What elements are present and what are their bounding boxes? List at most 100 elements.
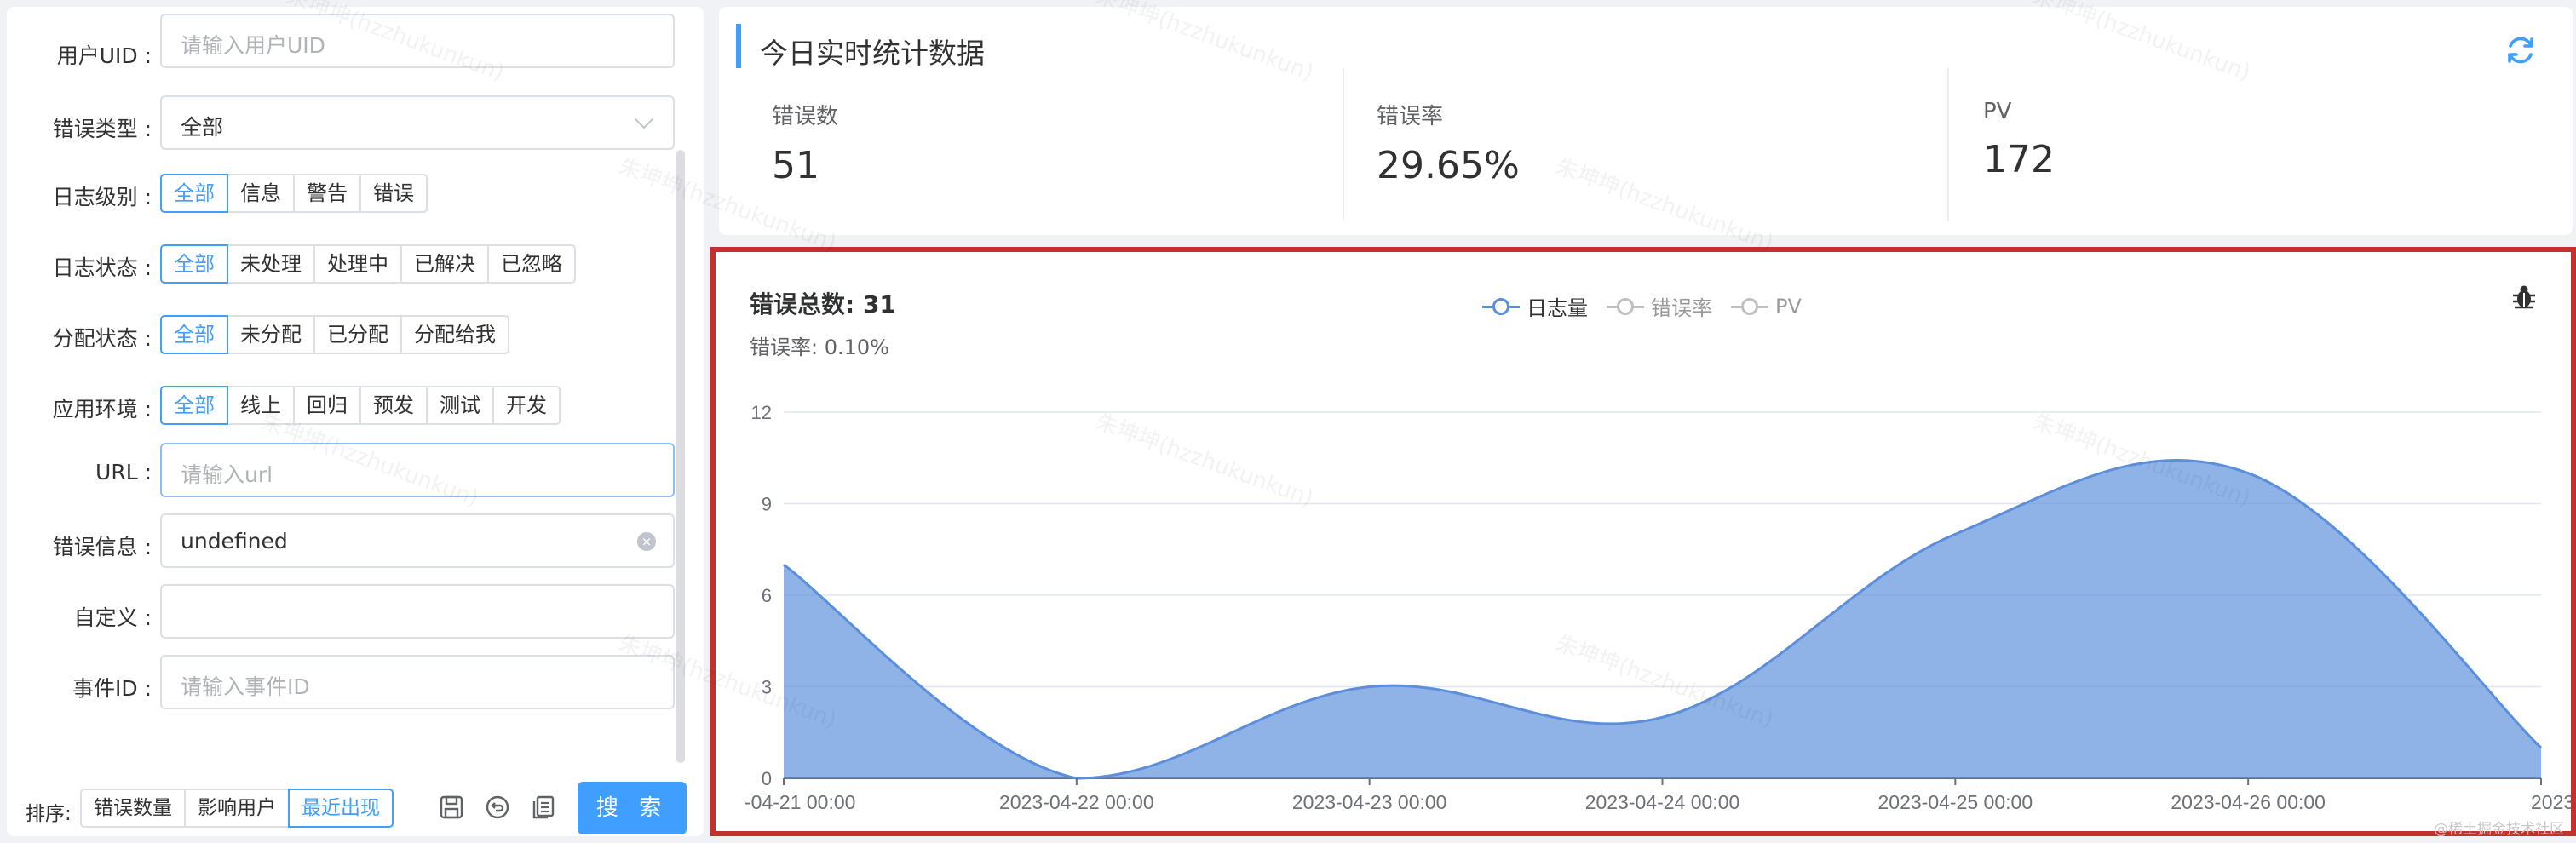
custom-row: 自定义 : bbox=[7, 584, 688, 649]
env-option[interactable]: 回归 bbox=[293, 386, 361, 425]
env-label: 应用环境 : bbox=[52, 397, 152, 422]
uid-input[interactable]: 请输入用户UID bbox=[160, 14, 675, 68]
env-option[interactable]: 测试 bbox=[426, 386, 494, 425]
log-status-option[interactable]: 已忽略 bbox=[487, 244, 576, 284]
stat-value: 29.65% bbox=[1377, 144, 1520, 187]
env-option[interactable]: 线上 bbox=[227, 386, 295, 425]
copy-icon-glyph bbox=[532, 795, 555, 819]
log-status-option[interactable]: 未处理 bbox=[227, 244, 315, 284]
log-trend-chart: 0 3 6 9 12 -04-21 00:00 2023-04-22 00:00 2023-0… bbox=[745, 402, 2571, 813]
reset-icon-glyph bbox=[486, 795, 509, 819]
url-label: URL : bbox=[95, 460, 152, 485]
log-level-option[interactable]: 信息 bbox=[227, 174, 295, 213]
assign-status-option[interactable]: 未分配 bbox=[227, 315, 315, 354]
stat-value: 51 bbox=[772, 144, 819, 187]
y-tick-label: 6 bbox=[762, 585, 772, 606]
realtime-stats-card: 今日实时统计数据 错误数 51 错误率 29.65% PV 172 bbox=[719, 7, 2573, 235]
error-type-value: 全部 bbox=[181, 115, 224, 140]
sort-option[interactable]: 最近出现 bbox=[288, 789, 394, 828]
reset-icon[interactable] bbox=[484, 794, 511, 821]
legend-label: PV bbox=[1775, 294, 1802, 318]
error-message-row: 错误信息 : undefined × bbox=[7, 513, 688, 578]
log-status-option[interactable]: 处理中 bbox=[313, 244, 402, 284]
legend-item-error-rate[interactable]: 错误率 bbox=[1607, 291, 1712, 321]
title-accent-bar bbox=[736, 24, 741, 68]
stat-label: 错误率 bbox=[1377, 104, 1444, 129]
custom-input[interactable] bbox=[160, 584, 675, 639]
log-status-option[interactable]: 已解决 bbox=[400, 244, 489, 284]
clear-icon[interactable]: × bbox=[637, 532, 656, 551]
assign-status-row: 分配状态 : 全部 未分配 已分配 分配给我 bbox=[7, 315, 688, 380]
env-option[interactable]: 开发 bbox=[492, 386, 561, 425]
assign-status-label: 分配状态 : bbox=[52, 326, 152, 351]
x-tick-label: 2023-04-25 00:00 bbox=[1878, 791, 2033, 813]
sort-label: 排序: bbox=[26, 803, 72, 825]
event-id-input[interactable]: 请输入事件ID bbox=[160, 655, 675, 709]
save-icon[interactable] bbox=[438, 794, 465, 821]
save-icon-glyph bbox=[440, 795, 463, 819]
assign-status-option[interactable]: 分配给我 bbox=[400, 315, 509, 354]
x-tick-label: 2023-04-23 00:00 bbox=[1292, 791, 1447, 813]
assign-status-option[interactable]: 全部 bbox=[160, 315, 228, 354]
log-status-row: 日志状态 : 全部 未处理 处理中 已解决 已忽略 bbox=[7, 244, 688, 309]
error-message-label: 错误信息 : bbox=[52, 535, 152, 559]
chevron-down-icon bbox=[634, 109, 654, 129]
bug-icon[interactable] bbox=[2510, 283, 2539, 312]
refresh-icon[interactable] bbox=[2503, 32, 2539, 68]
stat-error-count: 错误数 51 bbox=[772, 99, 838, 187]
series-area bbox=[784, 460, 2541, 778]
search-button[interactable]: 搜 索 bbox=[578, 782, 687, 834]
uid-row: 用户UID : 请输入用户UID bbox=[7, 14, 688, 87]
env-option[interactable]: 预发 bbox=[359, 386, 428, 425]
env-row: 应用环境 : 全部 线上 回归 预发 测试 开发 bbox=[7, 386, 688, 450]
legend-item-pv[interactable]: PV bbox=[1731, 291, 1802, 321]
sort-group: 错误数量 影响用户 最近出现 bbox=[80, 789, 394, 828]
log-level-option[interactable]: 全部 bbox=[160, 174, 228, 213]
url-input[interactable]: 请输入url bbox=[160, 443, 675, 497]
sort-option[interactable]: 错误数量 bbox=[80, 789, 186, 828]
log-level-option[interactable]: 警告 bbox=[293, 174, 361, 213]
log-status-label: 日志状态 : bbox=[52, 255, 152, 280]
env-option[interactable]: 全部 bbox=[160, 386, 228, 425]
stat-error-rate: 错误率 29.65% bbox=[1377, 99, 1520, 187]
x-tick-label: 2023-04-24 00:00 bbox=[1585, 791, 1740, 813]
log-level-label: 日志级别 : bbox=[52, 185, 152, 209]
x-tick-label: 2023-04-22 00:00 bbox=[999, 791, 1154, 813]
copy-icon[interactable] bbox=[530, 794, 557, 821]
uid-label: 用户UID : bbox=[56, 43, 152, 68]
sort-option[interactable]: 影响用户 bbox=[184, 789, 290, 828]
log-level-group: 全部 信息 警告 错误 bbox=[160, 174, 428, 213]
error-message-value: undefined bbox=[181, 529, 288, 553]
y-tick-label: 0 bbox=[762, 768, 772, 789]
legend-label: 错误率 bbox=[1651, 296, 1712, 320]
error-type-select[interactable]: 全部 bbox=[160, 95, 675, 150]
log-level-row: 日志级别 : 全部 信息 警告 错误 bbox=[7, 174, 688, 238]
stat-divider bbox=[1947, 68, 1949, 221]
stat-value: 172 bbox=[1983, 138, 2055, 181]
x-tick-label: 2023-04-26 00:00 bbox=[2171, 791, 2326, 813]
stats-title: 今日实时统计数据 bbox=[760, 37, 985, 70]
stat-label: PV bbox=[1983, 99, 2012, 124]
log-level-option[interactable]: 错误 bbox=[359, 174, 428, 213]
x-tick-label: -04-21 00:00 bbox=[745, 791, 855, 813]
stat-label: 错误数 bbox=[772, 104, 839, 129]
sort-bar: 排序: 错误数量 影响用户 最近出现 搜 索 bbox=[7, 773, 704, 836]
footer-watermark: @稀土掘金技术社区 bbox=[2434, 821, 2564, 838]
y-tick-label: 9 bbox=[762, 494, 772, 515]
chart-subtitle: 错误率: 0.10% bbox=[750, 335, 889, 359]
chart-title: 错误总数: 31 bbox=[750, 290, 896, 318]
custom-label: 自定义 : bbox=[73, 605, 152, 630]
error-message-input[interactable]: undefined × bbox=[160, 513, 675, 568]
assign-status-option[interactable]: 已分配 bbox=[313, 315, 402, 354]
env-group: 全部 线上 回归 预发 测试 开发 bbox=[160, 386, 561, 425]
log-trend-chart-card: 0 3 6 9 12 -04-21 00:00 2023-04-22 00:00 2023-0… bbox=[710, 247, 2576, 836]
x-tick-label: 2023-04-2 bbox=[2531, 791, 2571, 813]
log-status-option[interactable]: 全部 bbox=[160, 244, 228, 284]
error-type-label: 错误类型 : bbox=[52, 117, 152, 141]
y-tick-label: 3 bbox=[762, 677, 772, 698]
scrollbar[interactable] bbox=[676, 150, 685, 763]
log-status-group: 全部 未处理 处理中 已解决 已忽略 bbox=[160, 244, 576, 284]
event-id-row: 事件ID : 请输入事件ID bbox=[7, 655, 688, 720]
stat-divider bbox=[1343, 68, 1344, 221]
legend-item-log-volume[interactable]: 日志量 bbox=[1482, 291, 1588, 321]
